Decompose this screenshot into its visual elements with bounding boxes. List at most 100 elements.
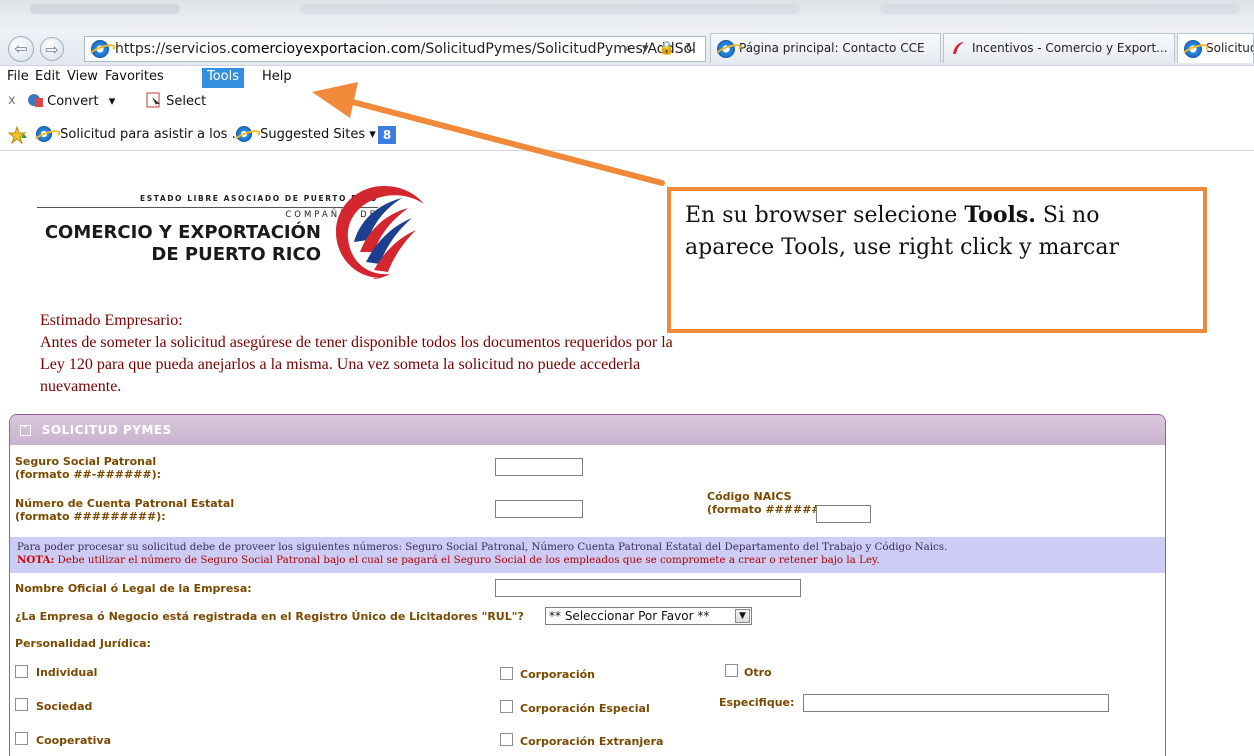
back-button[interactable]: ⇦ bbox=[8, 36, 34, 62]
blurred-title-content bbox=[880, 4, 1240, 14]
cooperativa-checkbox[interactable] bbox=[15, 732, 28, 745]
tab-label: Página principal: Contacto CCE bbox=[739, 41, 925, 55]
otro-label: Otro bbox=[744, 666, 772, 679]
especifique-label: Especifique: bbox=[719, 696, 795, 709]
cuenta-patronal-label-line2: (formato #########): bbox=[15, 510, 166, 523]
logo-line-2: DE PUERTO RICO bbox=[151, 244, 321, 265]
tab-incentivos[interactable]: Incentivos - Comercio y Export... bbox=[943, 33, 1175, 63]
nombre-label: Nombre Oficial ó Legal de la Empresa: bbox=[15, 582, 252, 595]
url-prefix: https://servicios. bbox=[115, 41, 231, 57]
menu-bar: File Edit View Favorites Tools Help bbox=[0, 66, 1254, 88]
callout-tools-bold: Tools. bbox=[964, 202, 1036, 228]
navigation-bar: ⇦ ⇨ https://servicios.comercioyexportaci… bbox=[0, 30, 1254, 66]
tab-contacto-cce[interactable]: Página principal: Contacto CCE bbox=[710, 33, 941, 63]
seguro-social-input[interactable] bbox=[495, 458, 583, 476]
notice-box: Para poder procesar su solicitud debe de… bbox=[10, 537, 1165, 573]
address-url: https://servicios.comercioyexportacion.c… bbox=[115, 41, 696, 57]
menu-help[interactable]: Help bbox=[257, 68, 297, 88]
menu-favorites[interactable]: Favorites bbox=[100, 68, 169, 88]
nota-text: Debe utilizar el número de Seguro Social… bbox=[54, 554, 880, 566]
ie-page-icon bbox=[91, 40, 109, 58]
cce-logo-tab-icon bbox=[950, 40, 966, 56]
cce-logo: ESTADO LIBRE ASOCIADO DE PUERTO RICO COM… bbox=[37, 182, 437, 282]
intro-body: Antes de someter la solicitud asegúrese … bbox=[40, 334, 673, 395]
cuenta-patronal-input[interactable] bbox=[495, 500, 583, 518]
select-icon bbox=[146, 92, 160, 108]
nota-line: NOTA: Debe utilizar el número de Seguro … bbox=[17, 554, 1160, 567]
command-bar: x Convert ▾ Select bbox=[0, 90, 1254, 114]
cce-emblem-icon bbox=[336, 186, 424, 279]
favorite-suggested-sites[interactable]: Suggested Sites ▾ bbox=[236, 126, 376, 142]
ie-icon bbox=[236, 126, 252, 142]
convert-button[interactable]: Convert ▾ bbox=[27, 92, 115, 109]
cooperativa-label: Cooperativa bbox=[36, 734, 111, 747]
panel-title: SOLICITUD PYMES bbox=[41, 423, 172, 437]
corporacion-extranjera-checkbox[interactable] bbox=[500, 733, 513, 746]
ie-tab-icon bbox=[717, 40, 735, 58]
tab-solicitud[interactable]: Solicitud bbox=[1177, 33, 1254, 63]
panel-header: ⌃ SOLICITUD PYMES bbox=[10, 415, 1165, 445]
toolbar-separator bbox=[0, 150, 1254, 151]
especifique-input[interactable] bbox=[803, 694, 1109, 712]
individual-checkbox[interactable] bbox=[15, 665, 28, 678]
favorites-bar: Solicitud para asistir a los ... Suggest… bbox=[0, 124, 1254, 148]
menu-view[interactable]: View bbox=[62, 68, 103, 88]
instruction-callout: En su browser selecione Tools. Si no apa… bbox=[667, 187, 1207, 333]
convert-dropdown-icon[interactable]: ▾ bbox=[109, 94, 116, 109]
intro-message: Estimado Empresario: Antes de someter la… bbox=[40, 310, 680, 398]
tab-label: Incentivos - Comercio y Export... bbox=[972, 41, 1168, 55]
otro-checkbox[interactable] bbox=[725, 664, 738, 677]
seguro-social-label-line1: Seguro Social Patronal bbox=[15, 455, 157, 468]
cuenta-patronal-label: Número de Cuenta Patronal Estatal (forma… bbox=[15, 497, 234, 523]
corporacion-checkbox[interactable] bbox=[500, 667, 513, 680]
select-label: Select bbox=[166, 94, 207, 109]
convert-label: Convert bbox=[47, 94, 99, 109]
window-title-strip bbox=[0, 0, 1254, 30]
select-button[interactable]: Select bbox=[146, 92, 206, 109]
corporacion-especial-checkbox[interactable] bbox=[500, 700, 513, 713]
sociedad-checkbox[interactable] bbox=[15, 698, 28, 711]
nota-label: NOTA: bbox=[17, 554, 55, 566]
favorites-star-icon[interactable] bbox=[7, 125, 28, 148]
close-toolbar-icon[interactable]: x bbox=[8, 93, 16, 108]
rul-select[interactable]: ** Seleccionar Por Favor ** ▼ bbox=[545, 607, 752, 625]
collapse-icon[interactable]: ⌃ bbox=[20, 425, 31, 436]
callout-text-1: En su browser selecione bbox=[685, 203, 965, 228]
sociedad-label: Sociedad bbox=[36, 700, 93, 713]
individual-label: Individual bbox=[36, 666, 98, 679]
address-bar[interactable]: https://servicios.comercioyexportacion.c… bbox=[84, 36, 706, 62]
personalidad-label: Personalidad Jurídica: bbox=[15, 637, 151, 650]
corporacion-extranjera-label: Corporación Extranjera bbox=[520, 735, 664, 748]
ie-icon bbox=[36, 126, 52, 142]
naics-label-line1: Código NAICS bbox=[707, 490, 792, 503]
corporacion-especial-label: Corporación Especial bbox=[520, 702, 650, 715]
corporacion-label: Corporación bbox=[520, 668, 596, 681]
logo-line-1: COMERCIO Y EXPORTACIÓN bbox=[44, 222, 321, 243]
forward-button[interactable]: ⇨ bbox=[40, 37, 64, 61]
notice-text: Para poder procesar su solicitud debe de… bbox=[17, 541, 948, 553]
naics-label-line2: (formato ######): bbox=[707, 503, 831, 516]
chevron-down-icon[interactable]: ▼ bbox=[735, 609, 750, 623]
menu-file[interactable]: File bbox=[2, 68, 34, 88]
google-badge-icon[interactable]: 8 bbox=[378, 126, 396, 144]
convert-icon bbox=[28, 94, 43, 107]
favorite-label: Solicitud para asistir a los ... bbox=[60, 126, 244, 142]
favorite-label: Suggested Sites ▾ bbox=[260, 126, 376, 142]
rul-label: ¿La Empresa ó Negocio está registrada en… bbox=[15, 610, 524, 623]
url-domain: comercioyexportacion.com bbox=[230, 41, 421, 57]
tab-label: Solicitud bbox=[1206, 41, 1254, 55]
menu-tools[interactable]: Tools bbox=[202, 68, 245, 88]
favorite-solicitud[interactable]: Solicitud para asistir a los ... bbox=[36, 126, 244, 142]
address-bar-icons[interactable]: ⌕ ▾ 🔒 ↻ bbox=[625, 41, 699, 56]
naics-input[interactable] bbox=[816, 505, 871, 523]
seguro-social-label-line2: (formato ##-######): bbox=[15, 468, 162, 481]
rul-select-value: ** Seleccionar Por Favor ** bbox=[549, 609, 710, 623]
blurred-title-content bbox=[300, 4, 800, 14]
cuenta-patronal-label-line1: Número de Cuenta Patronal Estatal bbox=[15, 497, 235, 510]
ie-tab-icon bbox=[1184, 40, 1202, 58]
solicitud-pymes-panel: ⌃ SOLICITUD PYMES Seguro Social Patronal… bbox=[9, 414, 1166, 756]
nombre-input[interactable] bbox=[495, 579, 801, 597]
intro-greeting: Estimado Empresario: bbox=[40, 312, 183, 329]
blurred-title-content bbox=[30, 4, 180, 14]
menu-edit[interactable]: Edit bbox=[30, 68, 65, 88]
